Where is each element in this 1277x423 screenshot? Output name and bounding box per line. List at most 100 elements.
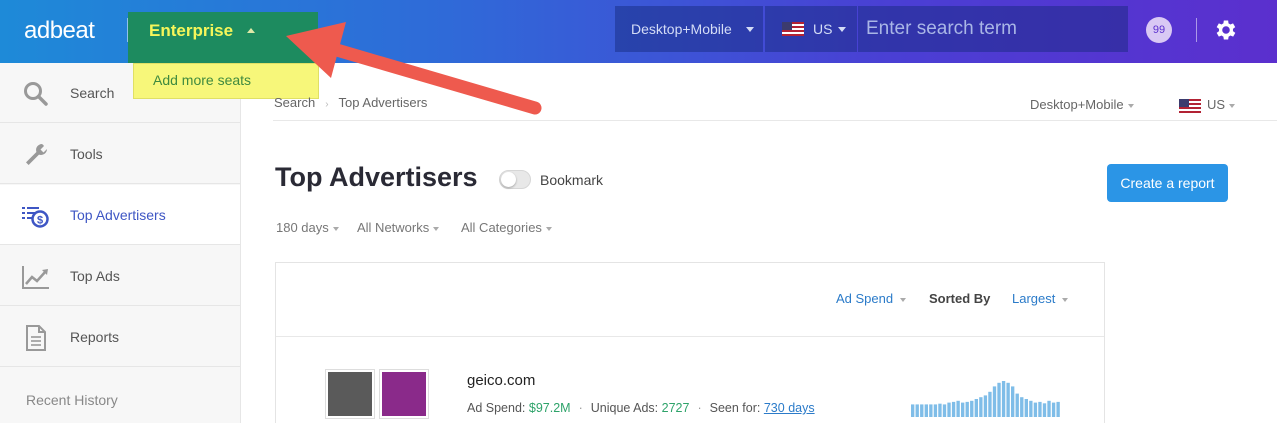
chevron-down-icon: [433, 226, 440, 231]
top-advertisers-icon: $: [22, 207, 49, 228]
top-bar: adbeat Enterprise Desktop+Mobile US 99: [0, 0, 1277, 63]
bookmark-toggle[interactable]: [499, 170, 531, 189]
sparkline-bar: [1011, 386, 1015, 417]
days-filter-value: 180 days: [276, 220, 329, 235]
sparkline-bar: [1029, 400, 1033, 417]
recent-history-heading: Recent History: [26, 392, 118, 408]
sorted-by-label: Sorted By: [929, 291, 991, 306]
sidebar: Search Tools $ Top Advertisers Top Ads R…: [0, 63, 241, 423]
page-title: Top Advertisers: [275, 162, 478, 192]
sparkline-bar: [1015, 393, 1019, 417]
chevron-down-icon: [545, 226, 552, 231]
spend-trend-sparkline: [911, 381, 1060, 417]
sparkline-bar: [924, 404, 928, 417]
device-select[interactable]: Desktop+Mobile: [615, 6, 763, 52]
create-report-button[interactable]: Create a report: [1107, 164, 1228, 202]
wrench-icon: [26, 144, 47, 165]
days-filter[interactable]: 180 days: [276, 220, 339, 235]
svg-text:$: $: [37, 215, 43, 227]
gear-icon[interactable]: [1213, 17, 1239, 43]
chevron-down-icon: [1127, 103, 1134, 108]
sparkline-bar: [938, 403, 942, 417]
search-input[interactable]: [866, 16, 1116, 42]
plan-menu: Add more seats: [133, 63, 319, 99]
divider: [1196, 18, 1197, 42]
document-icon: [26, 325, 46, 351]
sparkline-bar: [961, 402, 965, 417]
sidebar-item-label: Top Ads: [70, 268, 120, 284]
page-device-filter[interactable]: Desktop+Mobile: [1030, 97, 1134, 112]
plan-dropdown[interactable]: Enterprise: [128, 12, 318, 63]
sparkline-bar: [1006, 382, 1010, 417]
sparkline-bar: [1033, 402, 1038, 417]
chevron-down-icon: [1229, 103, 1236, 108]
advertiser-domain[interactable]: geico.com: [467, 372, 535, 389]
chevron-down-icon: [332, 226, 339, 231]
sparkline-bar: [983, 395, 988, 417]
sparkline-bar: [1051, 402, 1056, 417]
sparkline-bar: [1056, 401, 1060, 417]
networks-filter[interactable]: All Networks: [357, 220, 440, 235]
sparkline-bar: [951, 401, 956, 417]
sidebar-item-label: Reports: [70, 329, 120, 345]
sparkline-bar: [1047, 400, 1051, 417]
sidebar-item-label: Search: [70, 85, 115, 101]
sparkline-bar: [1024, 399, 1028, 417]
search-icon: [24, 82, 48, 106]
page-country-filter[interactable]: US: [1179, 97, 1236, 113]
sort-order-select[interactable]: Largest: [1012, 291, 1069, 306]
sparkline-bar: [992, 386, 997, 417]
sparkline-bar: [929, 404, 933, 417]
separator-dot: ·: [697, 401, 702, 415]
sparkline-bar: [997, 382, 1001, 417]
ad-thumbnail[interactable]: [379, 369, 429, 419]
ad-thumbnail[interactable]: [325, 369, 375, 419]
sort-metric-select[interactable]: Ad Spend: [836, 291, 907, 306]
page-device-filter-value: Desktop+Mobile: [1030, 97, 1124, 112]
seen-for-label: Seen for:: [709, 401, 761, 415]
chevron-up-icon: [247, 28, 255, 33]
breadcrumb-root[interactable]: Search: [274, 95, 315, 110]
country-select[interactable]: US: [765, 6, 857, 52]
separator-dot: ·: [578, 401, 583, 415]
ad-spend-value: $97.2M: [528, 401, 571, 415]
seen-for-value[interactable]: 730 days: [764, 401, 815, 415]
categories-filter[interactable]: All Categories: [461, 220, 552, 235]
unique-ads-value: 2727: [661, 401, 690, 415]
sidebar-item-label: Tools: [70, 146, 103, 162]
sparkline-bar: [947, 402, 951, 417]
ad-spend-label: Ad Spend:: [467, 401, 526, 415]
add-more-seats-item[interactable]: Add more seats: [153, 72, 251, 88]
sidebar-item-top-ads[interactable]: Top Ads: [0, 246, 240, 306]
sparkline-bar: [988, 391, 992, 417]
sidebar-item-label: Top Advertisers: [70, 207, 166, 223]
chart-line-icon: [22, 266, 49, 289]
page-country-filter-value: US: [1207, 97, 1226, 112]
sparkline-bar: [911, 404, 915, 417]
country-select-value: US: [813, 21, 833, 37]
notification-badge[interactable]: 99: [1146, 17, 1172, 43]
sidebar-item-top-advertisers[interactable]: $ Top Advertisers: [0, 185, 240, 245]
chevron-right-icon: ›: [325, 99, 329, 110]
adbeat-logo[interactable]: adbeat: [24, 17, 95, 45]
sparkline-bar: [1038, 401, 1042, 417]
bookmark-label: Bookmark: [540, 172, 604, 188]
chevron-down-icon: [838, 27, 846, 32]
sidebar-item-tools[interactable]: Tools: [0, 124, 240, 184]
sparkline-bar: [1042, 403, 1047, 417]
sidebar-item-reports[interactable]: Reports: [0, 307, 240, 367]
networks-filter-value: All Networks: [357, 220, 430, 235]
sparkline-bar: [1001, 381, 1006, 417]
sparkline-bar: [942, 404, 947, 417]
categories-filter-value: All Categories: [461, 220, 542, 235]
sort-metric-value: Ad Spend: [836, 291, 894, 306]
unique-ads-label: Unique Ads:: [590, 401, 659, 415]
breadcrumb-current: Top Advertisers: [338, 95, 428, 110]
sparkline-bar: [920, 404, 924, 417]
device-select-value: Desktop+Mobile: [631, 21, 732, 37]
sparkline-bar: [970, 400, 974, 417]
sparkline-bar: [933, 404, 938, 417]
us-flag-icon: [1179, 98, 1201, 113]
chevron-down-icon: [746, 27, 754, 32]
breadcrumb: Search › Top Advertisers: [274, 95, 427, 110]
